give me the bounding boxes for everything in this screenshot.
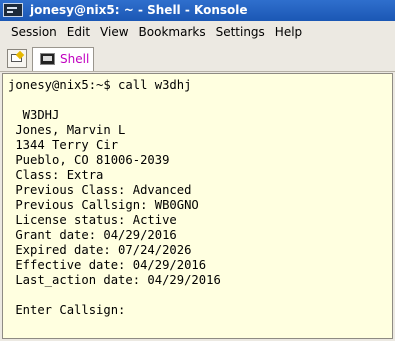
new-tab-icon[interactable] (7, 49, 27, 68)
terminal-line: License status: Active (8, 213, 177, 227)
menu-view[interactable]: View (95, 21, 133, 44)
terminal-line: Effective date: 04/29/2016 (8, 258, 207, 272)
konsole-window: jonesy@nix5: ~ - Shell - Konsole Session… (0, 0, 395, 341)
terminal-line: Pueblo, CO 81006-2039 (8, 153, 170, 167)
terminal-line: Previous Class: Advanced (8, 183, 192, 197)
terminal-icon (40, 53, 55, 65)
terminal-line: W3DHJ (8, 108, 60, 122)
menu-session[interactable]: Session (0, 21, 62, 44)
terminal-line: Class: Extra (8, 168, 104, 182)
tab-shell[interactable]: Shell (32, 47, 94, 71)
terminal-line: jonesy@nix5:~$ call w3dhj (8, 78, 192, 92)
tab-label: Shell (60, 52, 90, 66)
terminal-app-icon[interactable] (3, 3, 23, 17)
terminal-line: Last_action date: 04/29/2016 (8, 273, 221, 287)
title-bar[interactable]: jonesy@nix5: ~ - Shell - Konsole (0, 0, 395, 22)
menu-bar: Session Edit View Bookmarks Settings Hel… (0, 21, 395, 44)
menu-bookmarks[interactable]: Bookmarks (134, 21, 211, 44)
terminal-line: Enter Callsign: (8, 303, 126, 317)
terminal-line: Jones, Marvin L (8, 123, 126, 137)
menu-edit[interactable]: Edit (62, 21, 95, 44)
terminal-line: Grant date: 04/29/2016 (8, 228, 177, 242)
tab-bar: Shell (0, 44, 395, 72)
menu-settings[interactable]: Settings (211, 21, 270, 44)
window-title: jonesy@nix5: ~ - Shell - Konsole (30, 3, 248, 17)
terminal-line: Expired date: 07/24/2026 (8, 243, 192, 257)
terminal-line: 1344 Terry Cir (8, 138, 119, 152)
terminal-line: Previous Callsign: WB0GNO (8, 198, 199, 212)
menu-help[interactable]: Help (270, 21, 307, 44)
terminal-output[interactable]: jonesy@nix5:~$ call w3dhj W3DHJ Jones, M… (2, 73, 393, 339)
